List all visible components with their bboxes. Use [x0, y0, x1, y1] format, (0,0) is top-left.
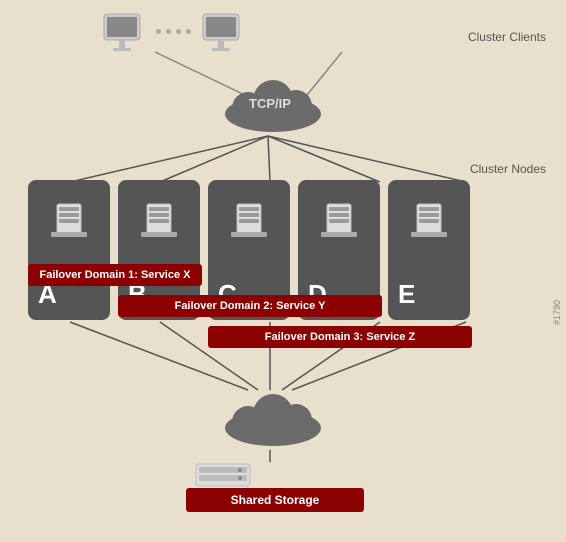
side-label: #1790 — [552, 300, 562, 325]
cluster-nodes-label: Cluster Nodes — [470, 162, 546, 176]
failover-domain-1: Failover Domain 1: Service X — [28, 264, 202, 286]
server-icon-e — [409, 200, 449, 240]
failover-domain-2: Failover Domain 2: Service Y — [118, 295, 382, 317]
dots-separator — [156, 29, 191, 34]
node-a: A — [28, 180, 110, 320]
node-label-e: E — [398, 279, 415, 310]
node-e: E — [388, 180, 470, 320]
shared-storage-bar: Shared Storage — [186, 488, 364, 512]
cluster-clients-label: Cluster Clients — [468, 30, 546, 44]
server-icon-b — [139, 200, 179, 240]
failover-domain-3: Failover Domain 3: Service Z — [208, 326, 472, 348]
server-icon-d — [319, 200, 359, 240]
tcpip-label: TCP/IP — [249, 96, 291, 111]
client-computer-2 — [199, 12, 247, 56]
server-icon-a — [49, 200, 89, 240]
clients-row — [100, 12, 247, 56]
diagram-container: Cluster Clients — [0, 0, 566, 542]
bottom-cloud — [218, 390, 328, 450]
server-icon-c — [229, 200, 269, 240]
client-computer-1 — [100, 12, 148, 56]
